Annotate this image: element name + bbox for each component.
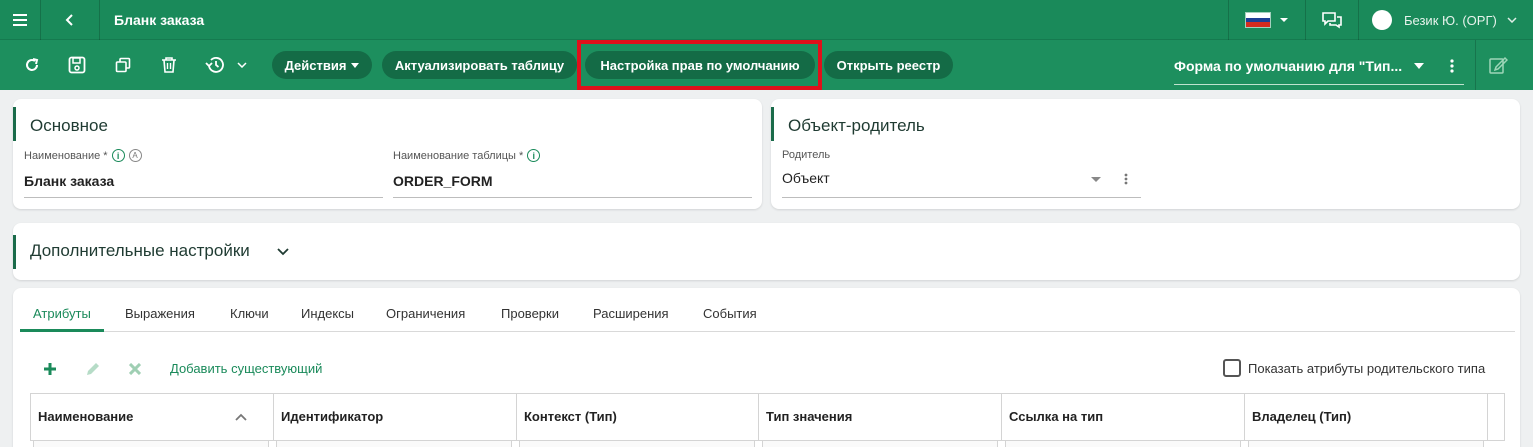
tab-expressions[interactable]: Выражения: [125, 306, 195, 321]
tab-checks[interactable]: Проверки: [501, 306, 559, 321]
actions-label: Действия: [284, 57, 347, 73]
toolbar: Действия Актуализировать таблицу Настрой…: [0, 40, 1533, 90]
table-row: [762, 440, 998, 447]
extra-settings-card[interactable]: Дополнительные настройки: [13, 223, 1520, 280]
attributes-table-header: Наименование Идентификатор Контекст (Тип…: [30, 393, 1505, 441]
column-header-identifier[interactable]: Идентификатор: [274, 394, 517, 440]
refresh-icon[interactable]: [20, 53, 44, 77]
history-icon: [205, 57, 224, 73]
chevron-down-icon: [277, 248, 289, 256]
edit-icon[interactable]: [85, 361, 101, 377]
hamburger-icon[interactable]: [0, 0, 40, 40]
user-menu[interactable]: Безик Ю. (ОРГ): [1359, 0, 1533, 40]
delete-icon[interactable]: [129, 363, 141, 375]
table-name-field[interactable]: ORDER_FORM: [393, 173, 493, 189]
more-vertical-icon[interactable]: [1450, 59, 1454, 73]
parent-field-label: Родитель: [782, 149, 831, 161]
active-tab-indicator: [20, 329, 104, 332]
parent-card-title: Объект-родитель: [788, 116, 925, 135]
add-existing-link[interactable]: Добавить существующий: [170, 361, 322, 376]
main-card: Основное Наименование * i A Бланк заказа…: [13, 99, 762, 209]
chevron-down-icon: [1507, 17, 1517, 23]
caret-down-icon: [1414, 63, 1424, 69]
tab-extensions[interactable]: Расширения: [593, 306, 669, 321]
sort-ascending-icon[interactable]: [235, 413, 247, 421]
table-row: [519, 440, 755, 447]
highlight-box: [577, 40, 822, 90]
caret-down-icon[interactable]: [1091, 177, 1101, 182]
chat-icon[interactable]: [1306, 0, 1358, 40]
top-bar: Бланк заказа Безик Ю. (ОРГ): [0, 0, 1533, 40]
table-name-field-label: Наименование таблицы * i: [393, 149, 541, 162]
language-selector[interactable]: [1229, 0, 1305, 40]
info-icon[interactable]: i: [111, 149, 125, 162]
caret-down-icon: [1280, 18, 1288, 22]
save-icon[interactable]: [65, 53, 89, 77]
parent-select[interactable]: Объект: [782, 170, 830, 186]
history-menu[interactable]: [205, 53, 253, 77]
user-name: Безик Ю. (ОРГ): [1404, 12, 1497, 28]
table-row: [276, 440, 512, 447]
name-field[interactable]: Бланк заказа: [24, 173, 114, 189]
add-icon[interactable]: [43, 362, 57, 376]
show-parent-attributes-label: Показать атрибуты родительского типа: [1248, 361, 1486, 376]
main-card-title: Основное: [30, 116, 108, 135]
name-field-label: Наименование * i A: [24, 149, 142, 162]
column-header-name[interactable]: Наименование: [31, 394, 274, 440]
tab-keys[interactable]: Ключи: [230, 306, 269, 321]
table-row: [1005, 440, 1241, 447]
tab-attributes[interactable]: Атрибуты: [33, 306, 91, 321]
column-header-type-ref[interactable]: Ссылка на тип: [1002, 394, 1245, 440]
copy-icon[interactable]: [111, 53, 135, 77]
tab-constraints[interactable]: Ограничения: [386, 306, 465, 321]
chevron-down-icon: [237, 62, 247, 68]
tab-events[interactable]: События: [703, 306, 757, 321]
caret-down-icon: [351, 62, 360, 68]
auto-icon[interactable]: A: [128, 149, 142, 162]
refresh-table-button[interactable]: Актуализировать таблицу: [382, 51, 577, 79]
russia-flag-icon: [1245, 12, 1271, 28]
avatar: [1372, 10, 1392, 30]
chevron-left-icon[interactable]: [41, 0, 99, 40]
column-header-value-type[interactable]: Тип значения: [759, 394, 1002, 440]
extra-settings-title: Дополнительные настройки: [30, 241, 250, 260]
info-icon[interactable]: i: [527, 149, 541, 162]
more-vertical-icon[interactable]: [1124, 173, 1128, 185]
table-row: [33, 440, 269, 447]
show-parent-attributes-checkbox[interactable]: [1223, 359, 1241, 377]
table-row: [1248, 440, 1484, 447]
delete-icon[interactable]: [157, 53, 181, 77]
column-header-context[interactable]: Контекст (Тип): [517, 394, 759, 440]
tab-indexes[interactable]: Индексы: [301, 306, 354, 321]
column-header-owner[interactable]: Владелец (Тип): [1245, 394, 1488, 440]
form-select[interactable]: Форма по умолчанию для "Тип...: [1174, 48, 1464, 85]
parent-card: Объект-родитель Родитель Объект: [771, 99, 1520, 209]
actions-button[interactable]: Действия: [272, 51, 372, 79]
edit-icon[interactable]: [1486, 53, 1510, 77]
open-registry-button[interactable]: Открыть реестр: [824, 51, 953, 79]
form-select-value: Форма по умолчанию для "Тип...: [1174, 58, 1403, 74]
page-title: Бланк заказа: [114, 12, 205, 28]
